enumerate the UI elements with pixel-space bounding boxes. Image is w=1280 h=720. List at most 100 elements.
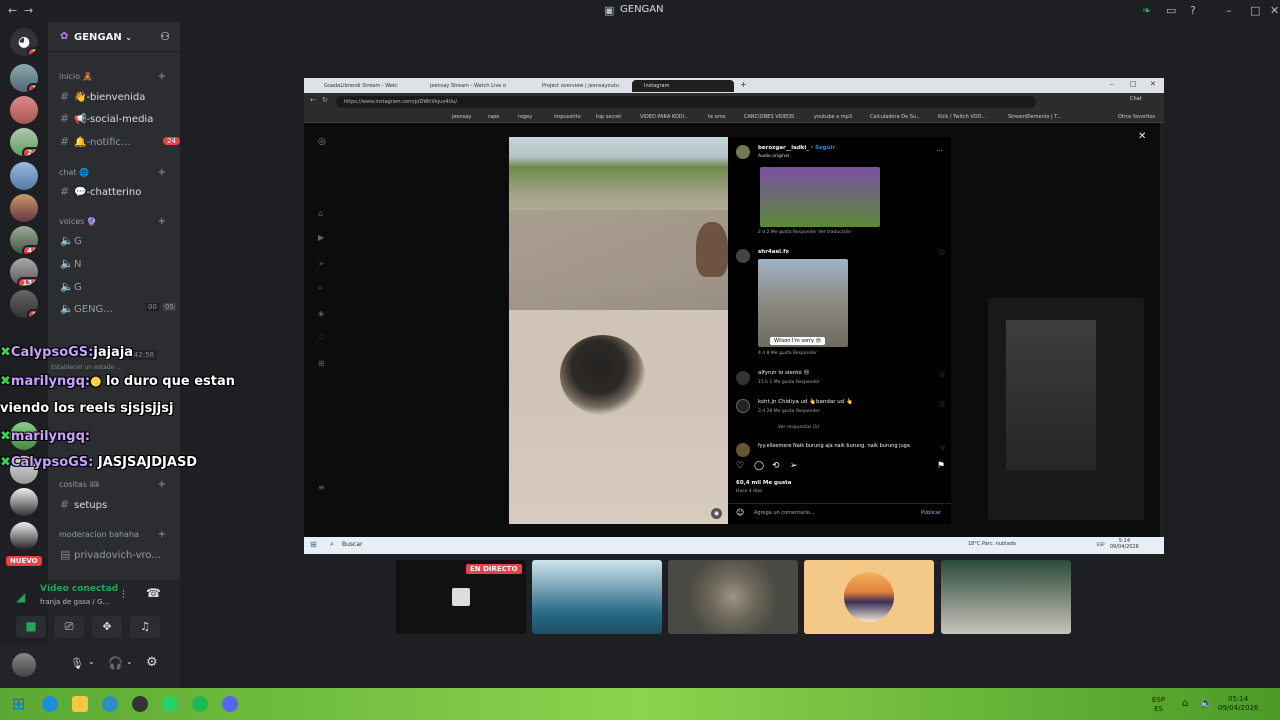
browser-tab[interactable]: jeensay Stream - Watch Live o	[418, 80, 528, 92]
stream-tile[interactable]: EN DIRECTO	[396, 560, 526, 634]
server-header[interactable]: ✿ GENGAN ⌄ ⚇	[48, 22, 180, 52]
bookmark[interactable]: top secret	[596, 114, 621, 120]
instagram-logo-icon[interactable]: ◎	[318, 137, 326, 147]
category-inicio[interactable]: inicio 🧸	[59, 72, 93, 81]
channel-privadovich[interactable]: ▤ privadovich-vro...	[60, 548, 161, 561]
discord-home-icon[interactable]: ◕ 3	[10, 28, 38, 56]
activities-button[interactable]: ✥	[92, 616, 122, 638]
comment-image[interactable]	[758, 259, 848, 347]
minimize-icon[interactable]: –	[1110, 80, 1114, 88]
minimize-icon[interactable]: –	[1226, 4, 1232, 17]
voice-channel-n[interactable]: 🔈N	[60, 257, 81, 270]
add-channel-icon[interactable]: +	[158, 71, 166, 82]
sunset-avatar-tile[interactable]	[804, 560, 934, 634]
emoji-icon[interactable]: ☺	[736, 508, 744, 517]
comment-input[interactable]: Agrega un comentario...	[754, 510, 815, 516]
avatar[interactable]	[12, 653, 36, 677]
avatar[interactable]	[736, 371, 750, 385]
avatar[interactable]	[736, 145, 750, 159]
server-icon[interactable]	[10, 96, 38, 124]
bookmark[interactable]: Kick / Twitch VOD...	[938, 114, 986, 120]
close-icon[interactable]: ✕	[1150, 80, 1156, 88]
bookmark[interactable]: jeensay	[452, 114, 471, 120]
category-cositas[interactable]: cositas 🎟	[59, 480, 100, 489]
menu-icon[interactable]: ≡	[318, 483, 325, 492]
server-icon[interactable]	[10, 162, 38, 190]
add-channel-icon[interactable]: +	[158, 529, 166, 540]
voice-channel-g[interactable]: 🔈G	[60, 234, 82, 247]
likes-count[interactable]: 60,4 mil Me gusta	[736, 480, 792, 486]
category-chat[interactable]: chat 🌐	[59, 168, 89, 177]
bookmark[interactable]: rogey	[518, 114, 532, 120]
avatar[interactable]	[736, 443, 750, 457]
add-channel-icon[interactable]: +	[158, 167, 166, 178]
category-moderacion[interactable]: moderacion bahaha	[59, 530, 139, 539]
headphones-icon[interactable]: 🎧	[108, 656, 123, 670]
network-icon[interactable]: ⌂	[1182, 699, 1188, 709]
server-icon[interactable]	[10, 194, 38, 222]
noise-suppression-icon[interactable]: ⫶	[122, 588, 125, 602]
webcam-tile[interactable]	[941, 560, 1071, 634]
weather[interactable]: 18°C Parc. nublado	[968, 541, 1016, 547]
add-channel-icon[interactable]: +	[158, 216, 166, 227]
back-arrow-icon[interactable]: ←	[310, 96, 316, 104]
avatar[interactable]	[736, 399, 750, 413]
audio-label[interactable]: Audio original	[758, 154, 789, 159]
server-icon[interactable]: 134	[10, 258, 38, 286]
cat-avatar-tile[interactable]	[668, 560, 798, 634]
server-icon[interactable]: 44	[10, 226, 38, 254]
comment-gif[interactable]	[760, 167, 880, 227]
channel-chatterino[interactable]: # 💬-chatterino	[60, 185, 141, 198]
comment-icon[interactable]: ◯	[754, 461, 764, 471]
bookmark[interactable]: rape	[488, 114, 499, 120]
search-icon[interactable]: ⌕	[330, 540, 334, 549]
bookmark[interactable]: Otros favoritos	[1118, 114, 1155, 120]
server-icon[interactable]	[10, 522, 38, 550]
spotify-icon[interactable]	[192, 696, 208, 712]
microphone-icon[interactable]: 🎙	[70, 657, 84, 670]
heart-icon[interactable]: ♡	[318, 333, 325, 342]
settings-gear-icon[interactable]: ⚙	[146, 655, 158, 670]
like-comment-icon[interactable]: ♡	[940, 401, 945, 408]
post-username[interactable]: berozgar__ladki_ · Seguir	[758, 145, 835, 151]
close-icon[interactable]: ✕	[1138, 131, 1146, 142]
server-icon[interactable]: 24	[10, 128, 38, 156]
like-icon[interactable]: ♡	[736, 461, 744, 471]
voice-channel-g2[interactable]: 🔈G	[60, 280, 82, 293]
add-friend-icon[interactable]: ⚇	[160, 30, 170, 43]
webcam-tile[interactable]	[532, 560, 662, 634]
language-indicator[interactable]: ESP ES	[1152, 696, 1165, 714]
home-icon[interactable]: ⌂	[318, 209, 323, 218]
add-channel-icon[interactable]: +	[158, 479, 166, 490]
like-comment-icon[interactable]: ♡	[940, 445, 945, 452]
chevron-down-icon[interactable]: ⌄	[88, 657, 95, 666]
explore-icon[interactable]: ◈	[318, 309, 324, 318]
new-tab-icon[interactable]: +	[740, 80, 747, 89]
file-explorer-icon[interactable]	[72, 696, 88, 712]
share-icon[interactable]: ➢	[790, 461, 798, 471]
leaf-icon[interactable]: ❧	[1142, 4, 1151, 17]
comment-username[interactable]: shr4ael.fx	[758, 249, 789, 255]
system-clock[interactable]: 05:14 09/04/2026	[1218, 695, 1258, 713]
browser-tab-active[interactable]: Instagram	[632, 80, 734, 92]
channel-notificaciones[interactable]: # 🔔-notific... 24	[60, 135, 180, 148]
bookmark[interactable]: impuestito	[554, 114, 581, 120]
voice-channel-geng[interactable]: 🔈GENG... 00 05	[60, 302, 176, 315]
clock[interactable]: 5:14 09/04/2026	[1110, 538, 1139, 550]
camera-button[interactable]: ■	[16, 616, 46, 638]
bookmark[interactable]: StreamElements | T...	[1008, 114, 1062, 120]
search-box[interactable]: Buscar	[342, 541, 363, 548]
language[interactable]: ESP	[1097, 542, 1104, 547]
maximize-icon[interactable]: □	[1130, 80, 1137, 88]
bookmark[interactable]: VIDEO PARA KODI...	[640, 114, 689, 120]
bookmark[interactable]: te amo	[708, 114, 726, 120]
share-screen-button[interactable]: ⎚	[54, 616, 84, 638]
chat-button[interactable]: Chat	[1130, 96, 1142, 102]
soundboard-button[interactable]: ♫	[130, 616, 160, 638]
repost-icon[interactable]: ⟲	[772, 461, 780, 471]
like-comment-icon[interactable]: ♡	[940, 372, 945, 379]
windows-start-icon[interactable]: ⊞	[12, 694, 28, 713]
channel-social-media[interactable]: # 📢-social-media	[60, 112, 153, 125]
volume-icon[interactable]: 🔈	[1200, 699, 1212, 709]
channel-bienvenida[interactable]: # 👋-bienvenida	[60, 90, 145, 103]
